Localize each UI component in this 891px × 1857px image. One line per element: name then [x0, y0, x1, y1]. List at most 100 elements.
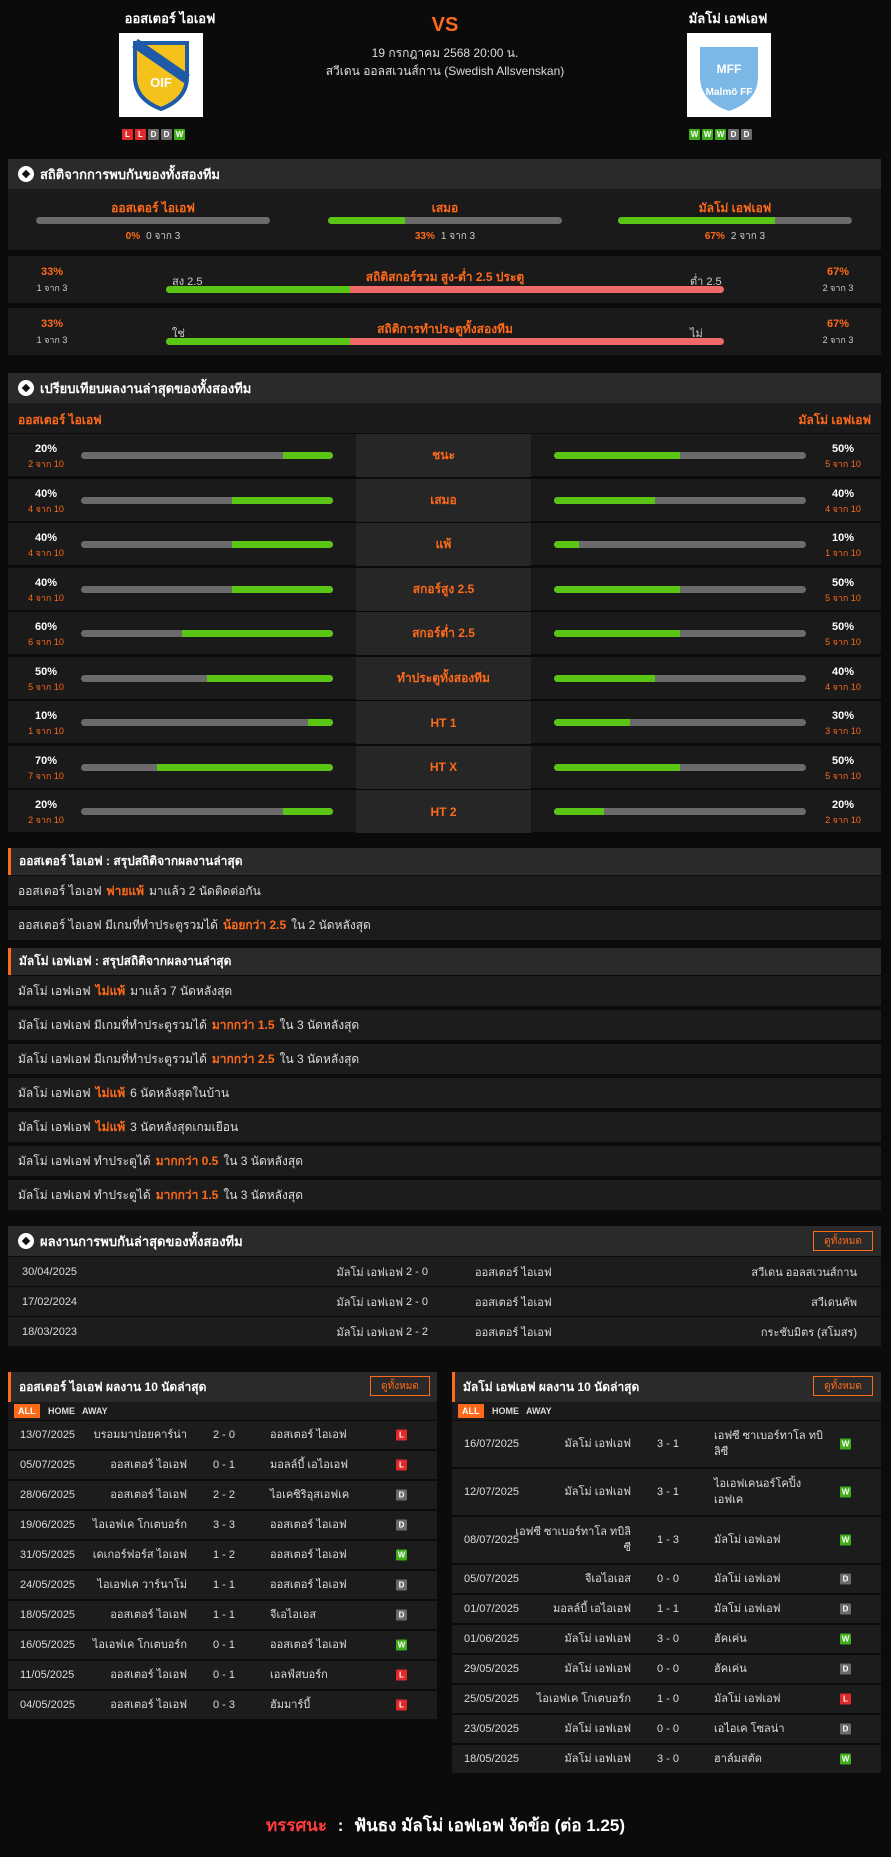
match-competition: สวีเดน ออลสเวนส์กาน [751, 1266, 857, 1279]
match-home: ไอเอฟเค โกเตบอร์ก [536, 1693, 631, 1705]
compare-home-pct: 20% [34, 443, 58, 455]
match-score: 0 - 1 [213, 1669, 236, 1681]
match-away: จีเอไอเอส [270, 1609, 317, 1621]
last10-row[interactable]: 04/05/2025 ออสเตอร์ ไอเอฟ 0 - 3 ฮัมมาร์บี้ L [8, 1691, 437, 1719]
last10-row[interactable]: 12/07/2025 มัลโม่ เอฟเอฟ 3 - 1 ไอเอฟเคนอร์โ… [452, 1469, 881, 1515]
prediction-label: ทรรศนะ [265, 1816, 327, 1835]
tab-home[interactable]: HOME [44, 1404, 79, 1418]
last10-row[interactable]: 18/05/2025 ออสเตอร์ ไอเอฟ 1 - 1 จีเอไอเอส D [8, 1601, 437, 1629]
tab-all[interactable]: ALL [14, 1404, 40, 1418]
match-home: ออสเตอร์ ไอเอฟ [110, 1609, 187, 1621]
result-badge: L [396, 1459, 407, 1471]
last10-row[interactable]: 16/07/2025 มัลโม่ เอฟเอฟ 3 - 1 เอฟซี ซาเบอร… [452, 1421, 881, 1467]
h2h-stats-header: สถิติจากการพบกันของทั้งสองทีม [8, 159, 881, 189]
compare-home-sub: 4 จาก 10 [28, 592, 64, 603]
last10-row[interactable]: 18/05/2025 มัลโม่ เอฟเอฟ 3 - 0 ฮาล์มสตัด W [452, 1745, 881, 1773]
compare-label: ชนะ [356, 434, 531, 477]
recent-home-name: ออสเตอร์ ไอเอฟ [18, 413, 102, 427]
last10-row[interactable]: 11/05/2025 ออสเตอร์ ไอเอฟ 0 - 1 เอลฟ์สบอร์ก… [8, 1661, 437, 1689]
compare-home-bar-fill [232, 585, 333, 593]
summary-row: ออสเตอร์ ไอเอฟ พ่ายแพ้ มาแล้ว 2 นัดติดต่อก… [8, 876, 881, 906]
last10-row[interactable]: 01/07/2025 มอลล์บี้ เอไอเอฟ 1 - 1 มัลโม่ เอ… [452, 1595, 881, 1623]
h2h-col-bar-fill [328, 217, 406, 224]
away-last10-view-all-button[interactable]: ดูทั้งหมด [813, 1376, 873, 1396]
home-last10-view-all-button[interactable]: ดูทั้งหมด [370, 1376, 430, 1396]
match-home: ออสเตอร์ ไอเอฟ [110, 1699, 187, 1711]
last10-row[interactable]: 16/05/2025 ไอเอฟเค โกเตบอร์ก 0 - 1 ออสเตอร์… [8, 1631, 437, 1659]
compare-away-sub: 5 จาก 10 [825, 459, 861, 469]
last10-row[interactable]: 19/06/2025 ไอเอฟเค โกเตบอร์ก 3 - 3 ออสเตอร์… [8, 1511, 437, 1539]
match-score: 0 - 3 [213, 1699, 236, 1711]
compare-home-sub: 1 จาก 10 [28, 726, 64, 736]
summary-text: ออสเตอร์ ไอเอฟ [18, 883, 102, 898]
compare-away-bar [554, 674, 806, 682]
compare-home-bar-fill [207, 674, 333, 682]
result-badge: W [840, 1633, 851, 1645]
summary-highlight: ไม่แพ้ [95, 983, 126, 998]
last10-row[interactable]: 05/07/2025 จีเอไอเอส 0 - 0 มัลโม่ เอฟเอฟ D [452, 1565, 881, 1593]
compare-home-bar [81, 630, 333, 637]
match-home: บรอมมาปอยคาร์น่า [93, 1429, 187, 1441]
compare-home-bar-fill [282, 452, 333, 459]
btts-bar-fill [166, 338, 351, 345]
compare-row: 60% 6 จาก 10 สกอร์ต่ำ 2.5 50% 5 จาก 10 [8, 612, 881, 655]
compare-home-bar-fill [307, 719, 333, 726]
h2h-col-bar-fill [618, 217, 775, 224]
last10-row[interactable]: 31/05/2025 เดเกอร์ฟอร์ส ไอเอฟ 1 - 2 ออสเตอร… [8, 1541, 437, 1569]
match-home: เดเกอร์ฟอร์ส ไอเอฟ [92, 1549, 187, 1561]
compare-away-bar [554, 719, 806, 726]
away-last10-tabs: ALL HOME AWAY [452, 1402, 881, 1420]
match-score: 2 - 0 [406, 1265, 429, 1278]
h2h-col-sub: 0 จาก 3 [146, 231, 181, 242]
match-date: 18/03/2023 [22, 1325, 78, 1338]
form-badge: D [741, 129, 752, 140]
match-away: ออสเตอร์ ไอเอฟ [270, 1519, 347, 1531]
h2h-view-all-button[interactable]: ดูทั้งหมด [813, 1231, 873, 1251]
h2h-result-row[interactable]: 17/02/2024 มัลโม่ เอฟเอฟ 2 - 0 ออสเตอร์ ไอเ… [8, 1287, 881, 1316]
compare-label: เสมอ [356, 478, 531, 522]
match-away: มัลโม่ เอฟเอฟ [714, 1534, 781, 1546]
compare-away-pct: 20% [831, 799, 855, 811]
last10-row[interactable]: 28/06/2025 ออสเตอร์ ไอเอฟ 2 - 2 ไอเคซิริอุส… [8, 1481, 437, 1509]
tab-away[interactable]: AWAY [522, 1404, 556, 1418]
h2h-result-row[interactable]: 18/03/2023 มัลโม่ เอฟเอฟ 2 - 2 ออสเตอร์ ไอเ… [8, 1317, 881, 1346]
match-home: มัลโม่ เอฟเอฟ [336, 1326, 403, 1339]
compare-row: 50% 5 จาก 10 ทำประตูทั้งสองทีม 40% 4 จาก 10 [8, 656, 881, 700]
compare-label: ทำประตูทั้งสองทีม [356, 656, 531, 700]
last10-row[interactable]: 29/05/2025 มัลโม่ เอฟเอฟ 0 - 0 ฮัคเค่น D [452, 1655, 881, 1683]
last10-row[interactable]: 13/07/2025 บรอมมาปอยคาร์น่า 2 - 0 ออสเตอร์ … [8, 1421, 437, 1449]
last10-row[interactable]: 24/05/2025 ไอเอฟเค วาร์นาโม่ 1 - 1 ออสเตอร์… [8, 1571, 437, 1599]
h2h-col-sub: 1 จาก 3 [440, 231, 476, 242]
last10-row[interactable]: 25/05/2025 ไอเอฟเค โกเตบอร์ก 1 - 0 มัลโม่ เ… [452, 1685, 881, 1713]
compare-away-sub: 4 จาก 10 [825, 503, 861, 514]
match-competition: กระชับมิตร (สโมสร) [760, 1326, 857, 1339]
tab-home[interactable]: HOME [488, 1404, 523, 1418]
match-score: 3 - 1 [657, 1486, 680, 1498]
compare-away-sub: 5 จาก 10 [825, 637, 861, 647]
h2h-result-row[interactable]: 30/04/2025 มัลโม่ เอฟเอฟ 2 - 0 ออสเตอร์ ไอเ… [8, 1257, 881, 1286]
last10-row[interactable]: 01/06/2025 มัลโม่ เอฟเอฟ 3 - 0 ฮัคเค่น W [452, 1625, 881, 1653]
compare-label: สกอร์สูง 2.5 [356, 567, 531, 611]
last10-row[interactable]: 23/05/2025 มัลโม่ เอฟเอฟ 0 - 0 เอไอเค โซลน่… [452, 1715, 881, 1743]
match-away: ออสเตอร์ ไอเอฟ [270, 1639, 347, 1651]
summary-row: มัลโม่ เอฟเอฟ มีเกมที่ทำประตูรวมได้ มากกว… [8, 1010, 881, 1040]
tab-away[interactable]: AWAY [78, 1404, 112, 1418]
match-score: 2 - 2 [406, 1325, 429, 1338]
result-badge: L [396, 1669, 407, 1681]
match-home: จีเอไอเอส [584, 1573, 631, 1585]
match-away: ฮัคเค่น [714, 1663, 747, 1675]
compare-away-pct: 40% [831, 487, 855, 500]
compare-home-sub: 5 จาก 10 [28, 681, 64, 692]
tab-all[interactable]: ALL [458, 1404, 484, 1418]
match-away: ออสเตอร์ ไอเอฟ [475, 1296, 552, 1309]
compare-away-pct: 30% [831, 710, 855, 722]
last10-row[interactable]: 08/07/2025 เอฟซี ซาเบอร์ทาโล ทบิลิซี 1 - 3… [452, 1517, 881, 1563]
result-badge: L [840, 1693, 851, 1705]
summary-text: มัลโม่ เอฟเอฟ ทำประตูได้ [18, 1153, 151, 1168]
compare-away-pct: 10% [831, 532, 855, 544]
summary-text: มัลโม่ เอฟเอฟ [18, 983, 91, 998]
compare-home-bar-fill [181, 630, 333, 637]
last10-row[interactable]: 05/07/2025 ออสเตอร์ ไอเอฟ 0 - 1 มอลล์บี้ เอ… [8, 1451, 437, 1479]
result-badge: D [840, 1723, 851, 1735]
btts-left-pct: 33% [40, 318, 64, 330]
